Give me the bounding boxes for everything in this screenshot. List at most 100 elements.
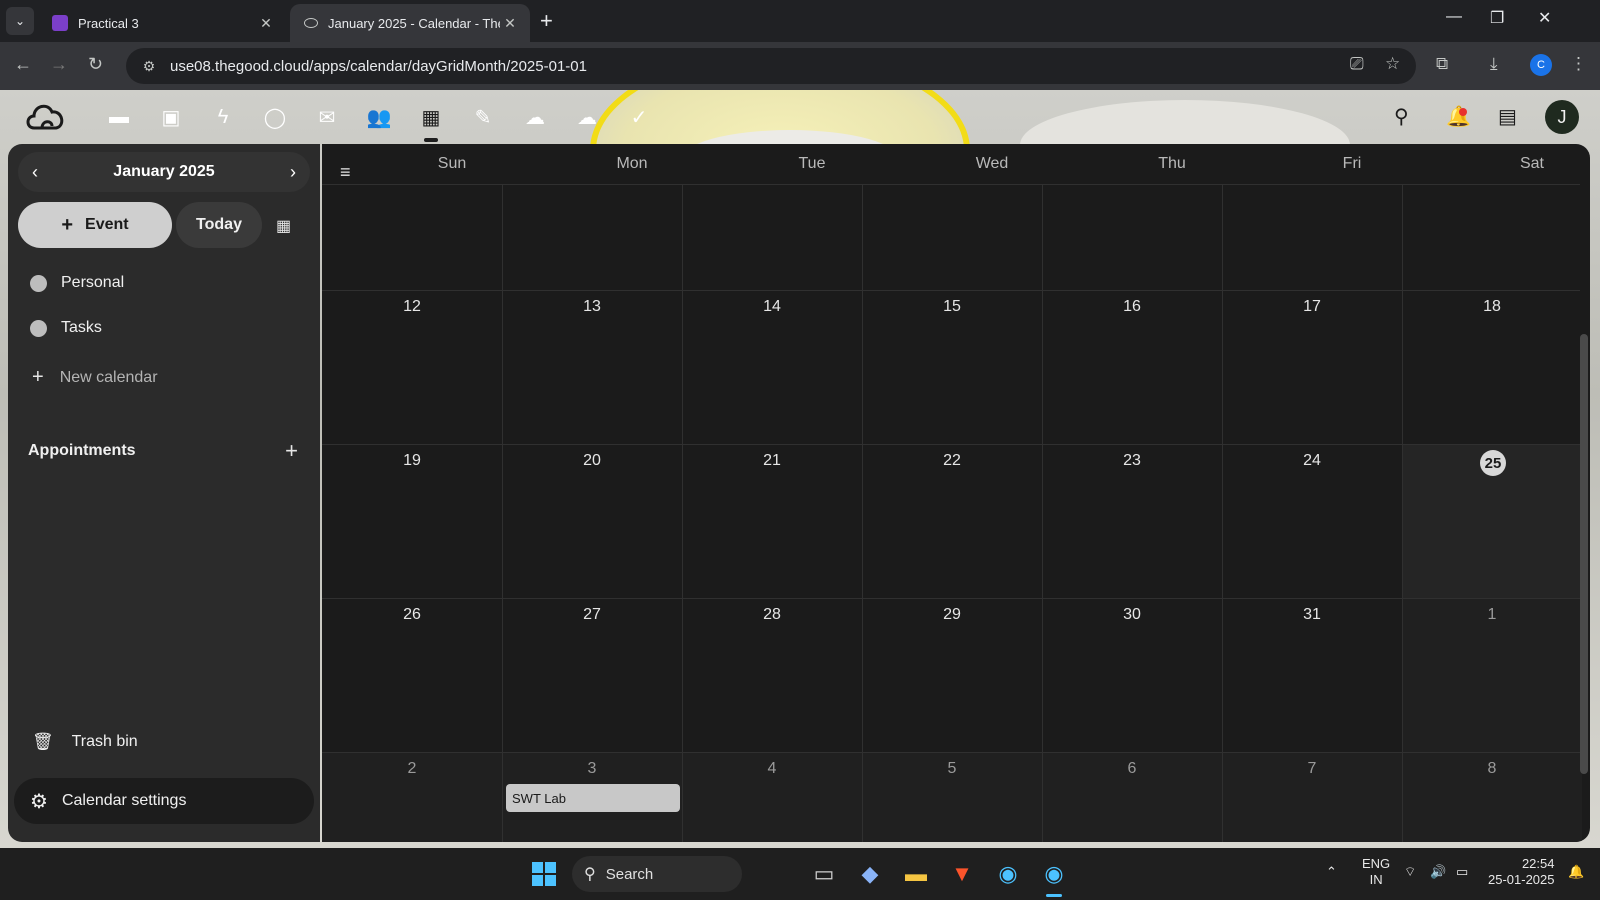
clock[interactable]: 22:54 25-01-2025 [1488, 856, 1555, 888]
day-cell[interactable]: 18 [1402, 290, 1582, 444]
profile-avatar[interactable]: C [1530, 54, 1552, 76]
day-cell[interactable] [502, 184, 682, 290]
forward-icon[interactable]: → [50, 54, 68, 75]
calendar-event[interactable]: SWT Lab [506, 784, 680, 812]
new-event-button[interactable]: + Event [18, 202, 172, 248]
day-cell[interactable]: 16 [1042, 290, 1222, 444]
notes-icon[interactable]: ✎ [470, 104, 496, 130]
day-number[interactable]: 19 [322, 452, 502, 470]
day-cell[interactable]: 7 [1222, 752, 1402, 842]
mail-icon[interactable]: ✉ [314, 104, 340, 130]
calendar-item-personal[interactable]: Personal [30, 274, 124, 292]
day-cell[interactable]: 27 [502, 598, 682, 752]
day-cell[interactable]: 21 [682, 444, 862, 598]
day-number[interactable]: 14 [682, 298, 862, 316]
day-cell[interactable]: 20 [502, 444, 682, 598]
taskbar-search[interactable]: ⚲ Search [572, 856, 742, 892]
copilot-icon[interactable]: ◆ [854, 858, 886, 890]
user-avatar[interactable]: J [1545, 100, 1579, 134]
add-appointment-icon[interactable]: + [285, 438, 298, 464]
close-window-icon[interactable]: ✕ [1538, 8, 1551, 28]
trash-bin-button[interactable]: 🗑 Trash bin [32, 732, 138, 752]
talk-icon[interactable]: ◯ [262, 104, 288, 130]
day-cell[interactable]: 25 [1402, 444, 1582, 598]
day-cell[interactable]: 2 [322, 752, 502, 842]
calendar-color-dot[interactable] [30, 274, 47, 292]
day-cell[interactable] [1222, 184, 1402, 290]
start-button[interactable] [532, 862, 556, 886]
day-cell[interactable]: 12 [322, 290, 502, 444]
day-cell[interactable]: 24 [1222, 444, 1402, 598]
day-number[interactable]: 12 [322, 298, 502, 316]
day-cell[interactable]: 17 [1222, 290, 1402, 444]
day-number[interactable]: 26 [322, 606, 502, 624]
day-number[interactable]: 1 [1402, 606, 1582, 624]
show-hidden-icons-icon[interactable]: ⌃ [1326, 864, 1337, 880]
view-grid-icon[interactable]: ▦ [276, 216, 291, 236]
volume-icon[interactable]: 🔊 [1430, 864, 1446, 880]
next-month-icon[interactable]: › [290, 162, 296, 183]
day-cell[interactable]: 14 [682, 290, 862, 444]
notification-bell-icon[interactable]: 🔔 [1568, 864, 1584, 880]
calendar-settings-button[interactable]: ⚙ Calendar settings [14, 778, 314, 824]
day-cell[interactable] [1042, 184, 1222, 290]
day-number[interactable]: 24 [1222, 452, 1402, 470]
day-number[interactable]: 8 [1402, 760, 1582, 778]
install-app-icon[interactable]: ⎚ [1350, 54, 1364, 74]
day-number[interactable]: 6 [1042, 760, 1222, 778]
day-number[interactable]: 31 [1222, 606, 1402, 624]
collapse-sidebar-icon[interactable]: ≡ [340, 162, 351, 183]
tab-search-button[interactable]: ⌄ [6, 7, 34, 35]
downloads-icon[interactable]: ⤓ [1490, 54, 1498, 74]
day-number[interactable]: 20 [502, 452, 682, 470]
day-number[interactable]: 29 [862, 606, 1042, 624]
language-indicator[interactable]: ENG IN [1362, 856, 1390, 888]
new-tab-button[interactable]: + [540, 8, 553, 34]
brave-browser-icon[interactable]: ▼ [946, 858, 978, 890]
search-icon[interactable]: ⚲ [1394, 104, 1409, 129]
calendar-icon[interactable]: ▦ [418, 104, 444, 142]
browser-tab-calendar[interactable]: January 2025 - Calendar - TheG ✕ [290, 4, 530, 42]
new-calendar-button[interactable]: + New calendar [32, 366, 158, 389]
calendar-item-tasks[interactable]: Tasks [30, 319, 102, 337]
close-tab-icon[interactable]: ✕ [500, 15, 520, 32]
day-number[interactable]: 4 [682, 760, 862, 778]
restore-icon[interactable]: ❐ [1490, 8, 1504, 28]
calendar-color-dot[interactable] [30, 319, 47, 337]
day-cell[interactable]: 13 [502, 290, 682, 444]
today-button[interactable]: Today [176, 202, 262, 248]
day-number[interactable]: 27 [502, 606, 682, 624]
day-cell[interactable]: 15 [862, 290, 1042, 444]
task-view-icon[interactable]: ▭ [808, 858, 840, 890]
day-cell[interactable] [1402, 184, 1582, 290]
minimize-icon[interactable]: — [1446, 8, 1462, 26]
day-cell[interactable]: 5 [862, 752, 1042, 842]
url-text[interactable]: use08.thegood.cloud/apps/calendar/dayGri… [170, 58, 587, 75]
day-number[interactable]: 2 [322, 760, 502, 778]
files-icon[interactable]: ▬ [106, 104, 132, 130]
day-cell[interactable]: 31 [1222, 598, 1402, 752]
day-cell[interactable]: 26 [322, 598, 502, 752]
wifi-icon[interactable]: ⌔ [1404, 864, 1416, 880]
day-cell[interactable] [862, 184, 1042, 290]
day-cell[interactable]: 1 [1402, 598, 1582, 752]
day-number[interactable]: 3 [502, 760, 682, 778]
today-date-badge[interactable]: 25 [1480, 450, 1506, 476]
day-number[interactable]: 15 [862, 298, 1042, 316]
day-cell[interactable]: 28 [682, 598, 862, 752]
notifications-icon[interactable]: 🔔 [1446, 104, 1471, 129]
photos-icon[interactable]: ▣ [158, 104, 184, 130]
bookmark-star-icon[interactable]: ☆ [1385, 54, 1400, 74]
contacts-icon[interactable]: 👥 [366, 104, 392, 130]
reload-icon[interactable]: ↻ [88, 54, 103, 75]
scrollbar[interactable] [1580, 334, 1588, 774]
extensions-icon[interactable]: ⧉ [1436, 54, 1448, 74]
day-number[interactable]: 7 [1222, 760, 1402, 778]
previous-month-icon[interactable]: ‹ [32, 162, 38, 183]
cloud-icon[interactable]: ☁ [522, 104, 548, 130]
day-number[interactable]: 17 [1222, 298, 1402, 316]
thegood-cloud-logo[interactable] [22, 96, 70, 136]
day-cell[interactable]: 6 [1042, 752, 1222, 842]
day-number[interactable]: 30 [1042, 606, 1222, 624]
day-cell[interactable]: 29 [862, 598, 1042, 752]
